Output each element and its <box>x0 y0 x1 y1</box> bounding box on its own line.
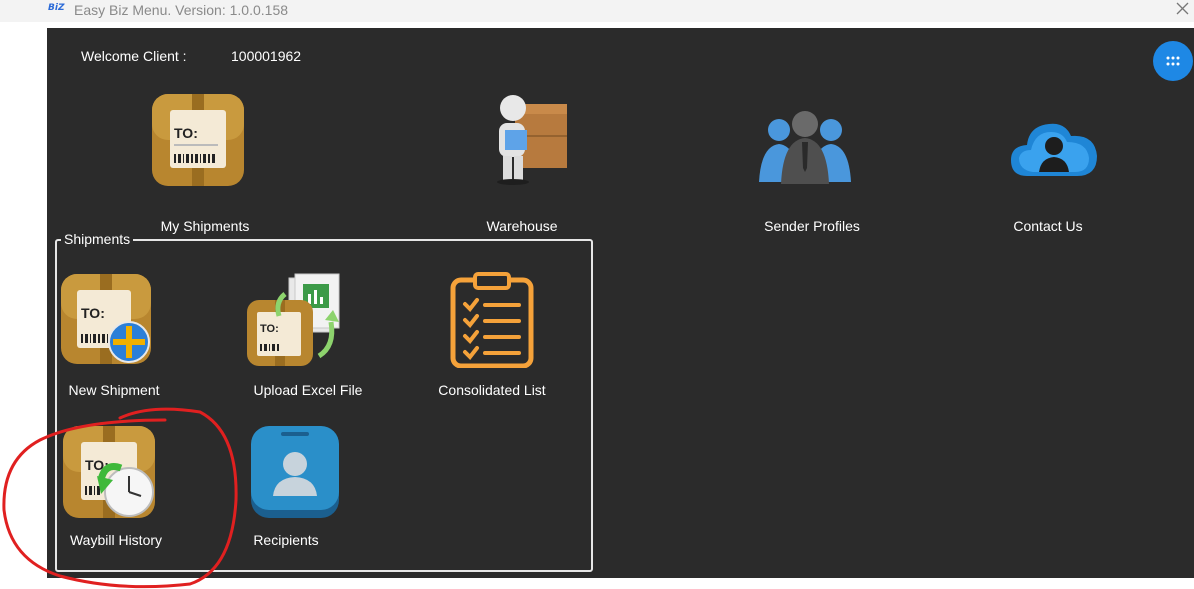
warehouse-person-icon <box>497 95 567 185</box>
client-id: 100001962 <box>231 48 302 64</box>
contact-card-icon <box>251 426 339 518</box>
tile-contact-us[interactable]: Contact Us <box>987 90 1107 240</box>
excel-upload-icon: TO: <box>247 273 340 366</box>
svg-text:TO:: TO: <box>174 125 198 141</box>
tile-label: Warehouse <box>486 218 558 234</box>
tile-label: My Shipments <box>160 218 250 234</box>
tile-label: Contact Us <box>1013 218 1083 234</box>
package-icon: TO: <box>152 94 244 186</box>
tile-label: Sender Profiles <box>764 218 860 234</box>
clipboard-checklist-icon <box>450 272 534 368</box>
tile-label: Recipients <box>253 532 319 548</box>
close-icon <box>1176 2 1189 15</box>
tile-my-shipments[interactable]: TO: My Shipments <box>147 90 267 240</box>
history-clock-icon: TO: <box>63 426 155 518</box>
tile-label: New Shipment <box>68 382 160 398</box>
people-icon <box>759 111 851 184</box>
window-title: Easy Biz Menu. Version: 1.0.0.158 <box>74 2 289 18</box>
grid-dots-icon <box>1166 56 1180 66</box>
cloud-user-icon <box>1011 123 1097 176</box>
main-panel: Welcome Client : 100001962 TO: My Shipme… <box>47 28 1194 578</box>
tile-recipients[interactable]: Recipients <box>243 424 373 554</box>
tile-label: Waybill History <box>69 532 163 548</box>
welcome-label: Welcome Client : <box>81 48 187 64</box>
tile-upload-excel[interactable]: TO: Upload Excel File <box>245 272 375 402</box>
title-bar: BiZ Easy Biz Menu. Version: 1.0.0.158 <box>0 0 1194 22</box>
tile-new-shipment[interactable]: TO: New Shipment <box>59 272 189 402</box>
tile-warehouse[interactable]: Warehouse <box>457 90 587 240</box>
tile-waybill-history[interactable]: TO: Waybill History <box>61 424 191 554</box>
svg-text:TO:: TO: <box>81 305 105 321</box>
shipments-group-title: Shipments <box>61 231 134 247</box>
app-menu-button[interactable] <box>1153 41 1193 81</box>
tile-sender-profiles[interactable]: Sender Profiles <box>747 90 877 240</box>
app-logo: BiZ <box>48 3 65 13</box>
svg-text:TO:: TO: <box>260 323 279 335</box>
tile-label: Consolidated List <box>438 382 546 398</box>
tile-label: Upload Excel File <box>253 382 363 398</box>
new-shipment-icon: TO: <box>61 274 151 364</box>
close-button[interactable] <box>1174 0 1192 20</box>
tile-consolidated-list[interactable]: Consolidated List <box>429 272 559 402</box>
